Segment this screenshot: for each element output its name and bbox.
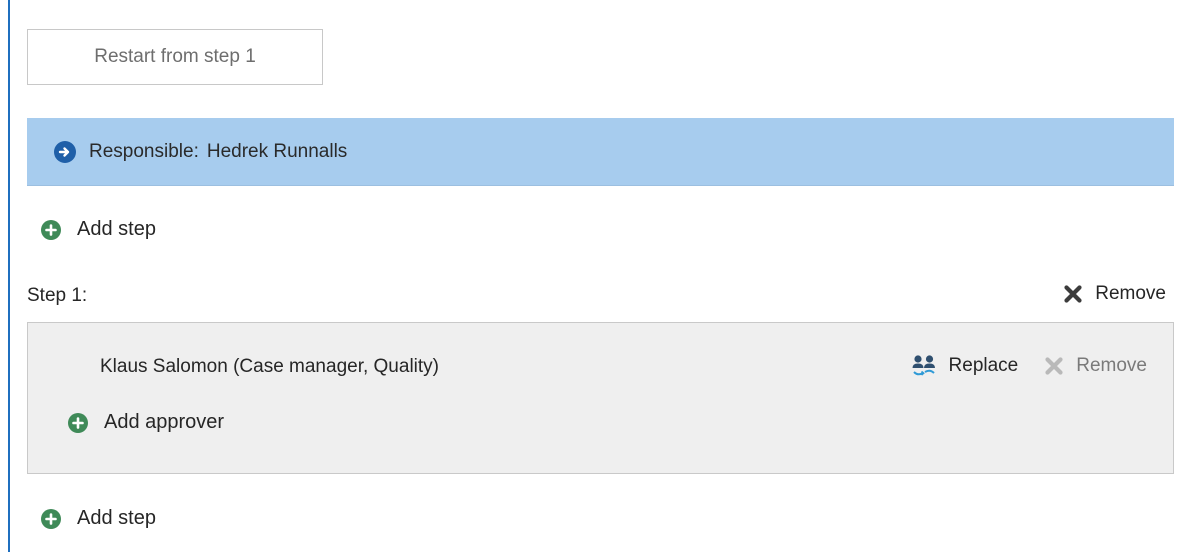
remove-approver-label: Remove <box>1076 355 1147 376</box>
step-title: Step 1: <box>27 285 88 306</box>
remove-approver-button[interactable]: Remove <box>1044 355 1147 377</box>
plus-circle-icon <box>41 508 61 529</box>
close-x-icon <box>1063 284 1083 304</box>
arrow-right-circle-icon <box>54 140 76 163</box>
remove-step-button[interactable]: Remove <box>1063 283 1166 305</box>
step-approvers-box: Klaus Salomon (Case manager, Quality) Re… <box>27 322 1174 474</box>
add-step-label: Add step <box>77 507 156 529</box>
responsible-name: Hedrek Runnalls <box>206 140 348 162</box>
approval-workflow-panel: Restart from step 1 Responsible: Hedrek … <box>0 0 1202 552</box>
left-border-rule <box>8 0 10 552</box>
approver-name: Klaus Salomon (Case manager, Quality) <box>100 356 439 377</box>
add-step-label: Add step <box>77 218 156 240</box>
add-step-link-top[interactable]: Add step <box>41 218 156 241</box>
people-swap-icon <box>911 354 937 378</box>
replace-label: Replace <box>948 355 1019 376</box>
restart-from-step-button[interactable]: Restart from step 1 <box>27 29 323 85</box>
approver-actions: Replace Remove <box>911 354 1147 378</box>
remove-step-label: Remove <box>1095 283 1166 304</box>
replace-approver-button[interactable]: Replace <box>911 354 1019 378</box>
add-step-link-bottom[interactable]: Add step <box>41 507 156 530</box>
close-x-icon <box>1044 356 1064 376</box>
add-approver-link[interactable]: Add approver <box>68 411 224 434</box>
add-approver-label: Add approver <box>104 411 225 433</box>
responsible-bar: Responsible: Hedrek Runnalls <box>27 118 1174 186</box>
responsible-label: Responsible: <box>89 140 199 162</box>
plus-circle-icon <box>68 412 88 433</box>
plus-circle-icon <box>41 219 61 240</box>
